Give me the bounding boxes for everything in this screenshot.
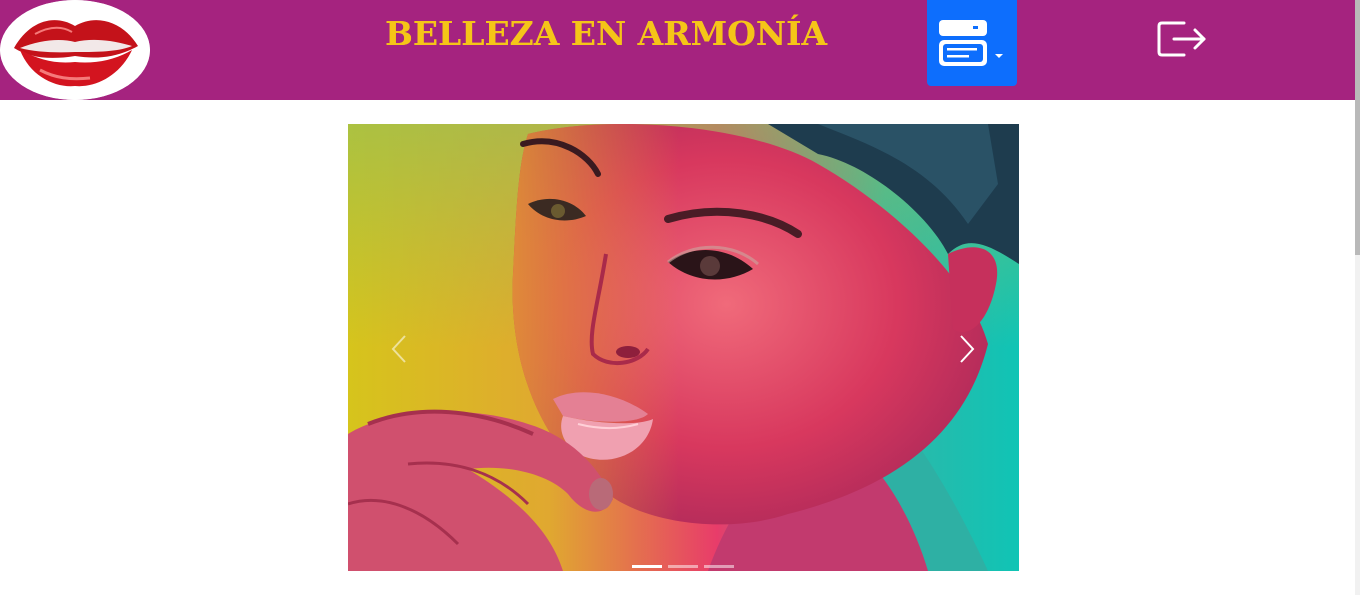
image-carousel[interactable] (348, 124, 1019, 571)
carousel-indicators (348, 565, 1019, 571)
page-scrollbar[interactable] (1355, 0, 1360, 595)
carousel-slide-1 (348, 124, 1019, 571)
chevron-left-icon (391, 335, 406, 363)
carousel-prev-button[interactable] (368, 314, 428, 384)
chevron-right-icon (960, 335, 975, 363)
carousel-next-button[interactable] (938, 314, 998, 384)
carousel-indicator-3[interactable] (704, 565, 734, 568)
lips-icon (0, 0, 150, 100)
woman-neon-makeup-portrait (348, 124, 1019, 571)
navbar: BELLEZA EN ARMONÍA (0, 0, 1355, 100)
logout-button[interactable] (1156, 17, 1210, 61)
server-menu-icon (939, 20, 1003, 66)
logout-icon (1157, 21, 1206, 57)
menu-dropdown-button[interactable] (927, 0, 1017, 86)
scrollbar-thumb[interactable] (1355, 0, 1360, 255)
brand-title: BELLEZA EN ARMONÍA (385, 14, 828, 53)
carousel-indicator-1[interactable] (632, 565, 662, 568)
carousel-indicator-2[interactable] (668, 565, 698, 568)
lips-logo[interactable] (0, 0, 150, 100)
